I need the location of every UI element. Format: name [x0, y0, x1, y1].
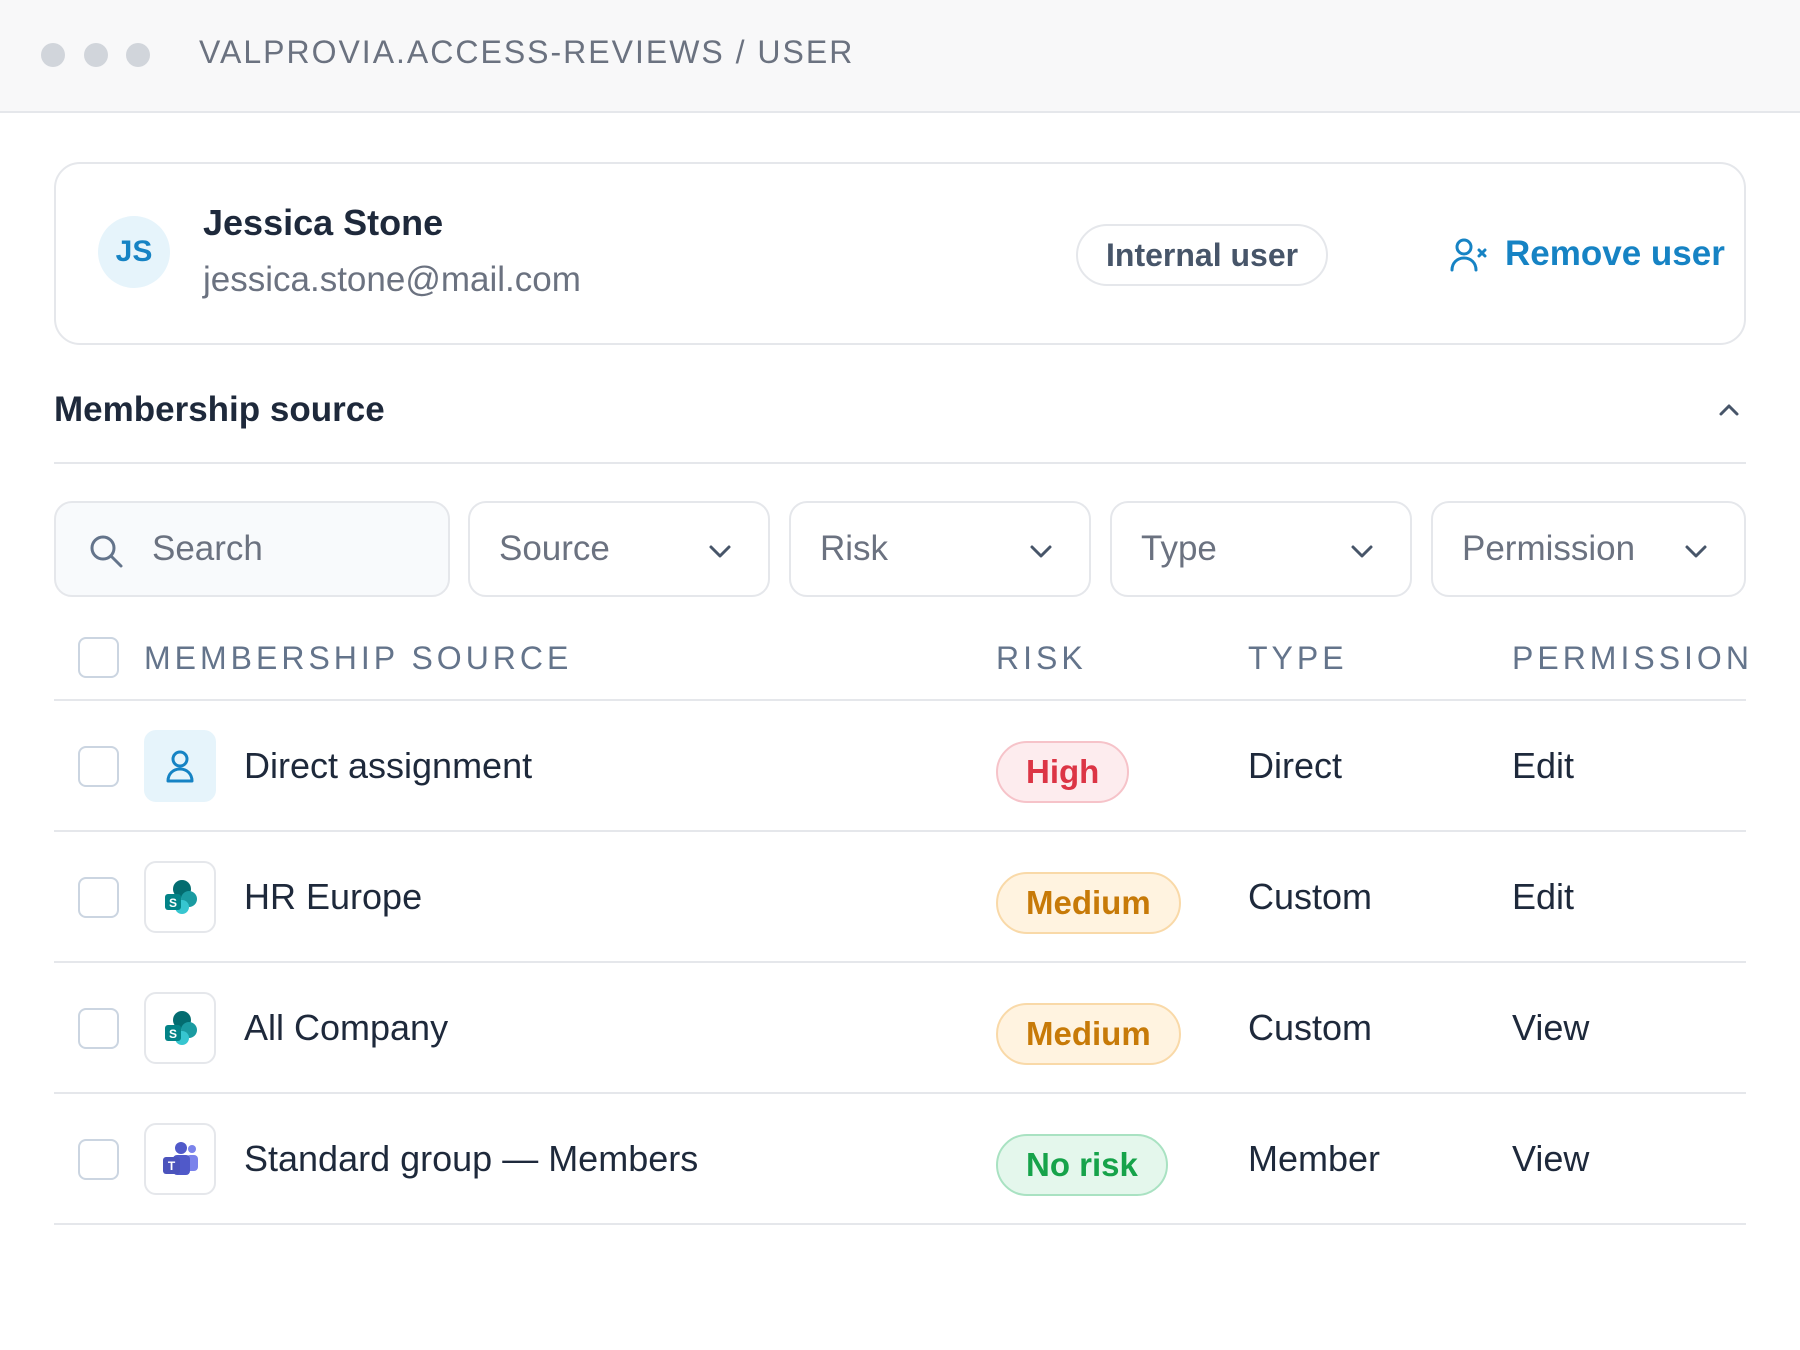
select-all-checkbox[interactable]	[78, 637, 119, 678]
user-card: JS Jessica Stone jessica.stone@mail.com …	[54, 162, 1746, 345]
svg-text:S: S	[169, 1027, 177, 1041]
source-filter-dropdown[interactable]: Source	[468, 501, 770, 597]
risk-badge: Medium	[996, 1003, 1181, 1065]
permission-cell: View	[1512, 1138, 1590, 1179]
row-checkbox[interactable]	[78, 746, 119, 787]
section-divider	[54, 462, 1746, 464]
remove-user-label: Remove user	[1505, 234, 1725, 273]
type-cell: Member	[1248, 1138, 1381, 1179]
risk-filter-dropdown[interactable]: Risk	[789, 501, 1091, 597]
svg-text:S: S	[169, 896, 177, 910]
table-row[interactable]: T Standard group — Members No risk Membe…	[0, 1093, 1800, 1224]
type-cell: Direct	[1248, 745, 1343, 786]
user-name: Jessica Stone	[203, 202, 444, 243]
permission-filter-dropdown[interactable]: Permission	[1431, 501, 1746, 597]
row-checkbox[interactable]	[78, 1139, 119, 1180]
permission-cell: Edit	[1512, 876, 1575, 917]
search-icon	[90, 535, 123, 568]
table-row[interactable]: S HR Europe Medium Custom Edit	[0, 831, 1800, 962]
column-header-risk[interactable]: RISK	[996, 640, 1087, 677]
permission-filter-label: Permission	[1462, 529, 1636, 568]
section-title: Membership source	[54, 390, 385, 429]
chevron-up-icon[interactable]	[1714, 395, 1744, 425]
membership-source-name: Direct assignment	[244, 745, 533, 786]
type-filter-label: Type	[1141, 529, 1217, 568]
membership-source-name: HR Europe	[244, 876, 423, 917]
membership-source-name: Standard group — Members	[244, 1138, 699, 1179]
table-row[interactable]: Direct assignment High Direct Edit	[0, 700, 1800, 831]
user-icon	[144, 730, 216, 802]
risk-badge: High	[996, 741, 1130, 803]
chevron-down-icon	[709, 545, 731, 558]
type-filter-dropdown[interactable]: Type	[1110, 501, 1412, 597]
type-cell: Custom	[1248, 1007, 1373, 1048]
permission-cell: Edit	[1512, 745, 1575, 786]
avatar: JS	[98, 216, 170, 288]
table-row[interactable]: S All Company Medium Custom View	[0, 962, 1800, 1093]
permission-cell: View	[1512, 1007, 1590, 1048]
type-cell: Custom	[1248, 876, 1373, 917]
chevron-down-icon	[1030, 545, 1052, 558]
source-filter-label: Source	[499, 529, 610, 568]
svg-text:T: T	[168, 1159, 176, 1173]
window-titlebar: VALPROVIA.ACCESS-REVIEWS / USER	[0, 0, 1800, 113]
user-type-badge: Internal user	[1076, 224, 1329, 286]
row-checkbox[interactable]	[78, 1008, 119, 1049]
window-minimize-dot[interactable]	[84, 43, 108, 67]
window-maximize-dot[interactable]	[126, 43, 150, 67]
membership-source-name: All Company	[244, 1007, 449, 1048]
chevron-down-icon	[1685, 545, 1707, 558]
risk-badge: No risk	[996, 1134, 1168, 1196]
user-email: jessica.stone@mail.com	[203, 260, 581, 299]
sharepoint-icon: S	[144, 992, 216, 1064]
remove-user-button[interactable]: Remove user	[1449, 226, 1725, 282]
teams-icon: T	[144, 1123, 216, 1195]
column-header-type[interactable]: TYPE	[1248, 640, 1348, 677]
window-close-dot[interactable]	[41, 43, 65, 67]
sharepoint-icon: S	[144, 861, 216, 933]
breadcrumb: VALPROVIA.ACCESS-REVIEWS / USER	[199, 34, 855, 70]
chevron-down-icon	[1351, 545, 1373, 558]
column-header-source[interactable]: MEMBERSHIP SOURCE	[144, 640, 572, 677]
search-field[interactable]	[54, 501, 450, 597]
risk-badge: Medium	[996, 872, 1181, 934]
column-header-permission[interactable]: PERMISSION	[1512, 640, 1753, 677]
risk-filter-label: Risk	[820, 529, 889, 568]
user-remove-icon	[1450, 238, 1487, 272]
row-checkbox[interactable]	[78, 877, 119, 918]
search-input[interactable]	[152, 523, 432, 575]
row-divider	[54, 1223, 1746, 1225]
